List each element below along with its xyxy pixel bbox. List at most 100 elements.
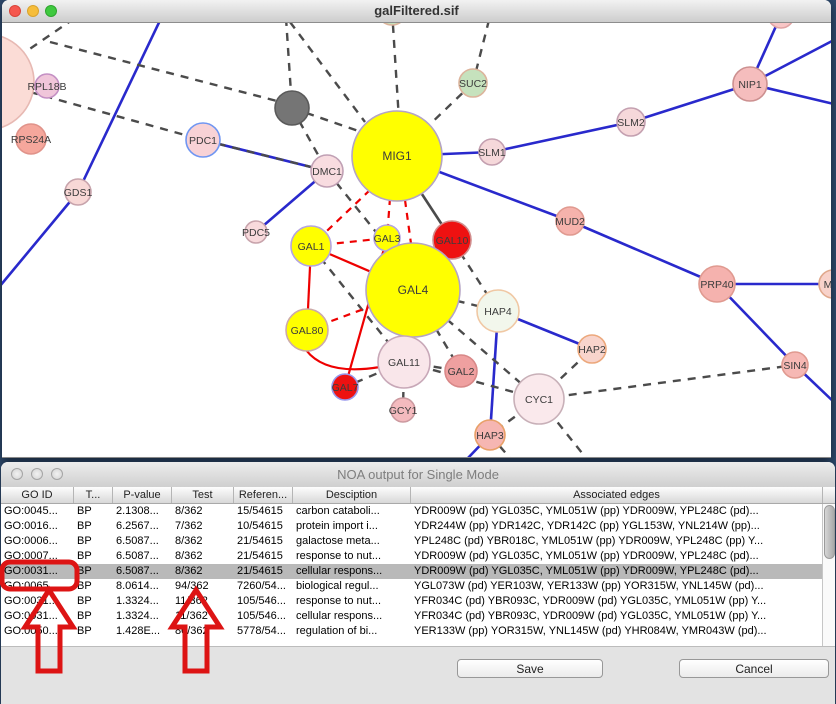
- cell: 80/362: [172, 624, 234, 639]
- cell: BP: [74, 579, 113, 594]
- column-header-t[interactable]: T...: [74, 487, 113, 503]
- cell: 21/54615: [234, 549, 293, 564]
- cell: GO:0045...: [1, 504, 74, 519]
- node-mud2[interactable]: [556, 207, 584, 235]
- cell: GO:0050...: [1, 624, 74, 639]
- node-gal11[interactable]: [378, 336, 430, 388]
- column-header-test[interactable]: Test: [172, 487, 234, 503]
- cell: 6.5087...: [113, 534, 172, 549]
- node-hap3[interactable]: [475, 420, 505, 450]
- node-gal1[interactable]: [291, 226, 331, 266]
- node-gds1[interactable]: [65, 179, 91, 205]
- column-header-associated-edges[interactable]: Associated edges: [411, 487, 823, 503]
- cell: 21/54615: [234, 534, 293, 549]
- node-dmc1[interactable]: [311, 155, 343, 187]
- cell: BP: [74, 549, 113, 564]
- node-slm2[interactable]: [617, 108, 645, 136]
- cell: 1.3324...: [113, 594, 172, 609]
- cell: 8.0614...: [113, 579, 172, 594]
- edge: [306, 350, 380, 369]
- cell: response to nut...: [293, 549, 411, 564]
- node-hap2[interactable]: [578, 335, 606, 363]
- cell: 8/362: [172, 534, 234, 549]
- node-gal2[interactable]: [445, 355, 477, 387]
- cell: 94/362: [172, 579, 234, 594]
- node-big-left[interactable]: [2, 34, 34, 130]
- cancel-button[interactable]: Cancel: [679, 659, 829, 678]
- node-slm1[interactable]: [479, 139, 505, 165]
- node-unnamed-grey[interactable]: [275, 91, 309, 125]
- scrollbar-thumb[interactable]: [824, 505, 835, 559]
- noa-window-title: NOA output for Single Mode: [1, 467, 835, 482]
- column-header-go-id[interactable]: GO ID: [1, 487, 74, 503]
- edge: [18, 23, 72, 57]
- cell: response to nut...: [293, 594, 411, 609]
- cell: GO:0031...: [1, 594, 74, 609]
- table-row[interactable]: GO:0050...BP1.428E...80/3625778/54...reg…: [1, 624, 822, 639]
- edge: [570, 221, 717, 284]
- cell: 6.2567...: [113, 519, 172, 534]
- cell: YER133W (pp) YOR315W, YNL145W (pd) YHR08…: [411, 624, 822, 639]
- node-rps24a[interactable]: [16, 124, 46, 154]
- table-header: GO IDT...P-valueTestReferen...Desciption…: [1, 487, 835, 504]
- edge: [30, 92, 203, 140]
- node-hap4[interactable]: [477, 290, 519, 332]
- noa-window-titlebar[interactable]: NOA output for Single Mode: [1, 462, 835, 488]
- node-prp40[interactable]: [699, 266, 735, 302]
- table-row[interactable]: GO:0031...BP6.5087...8/36221/54615cellul…: [1, 564, 822, 579]
- cell: 5778/54...: [234, 624, 293, 639]
- edge: [50, 42, 277, 101]
- cell: BP: [74, 594, 113, 609]
- column-header-referen[interactable]: Referen...: [234, 487, 293, 503]
- node-gal7[interactable]: [332, 374, 358, 400]
- node-gcy1[interactable]: [391, 398, 415, 422]
- results-table[interactable]: GO:0045...BP2.1308...8/36215/54615carbon…: [1, 504, 822, 646]
- node-cyc1[interactable]: [514, 374, 564, 424]
- node-rpl18b[interactable]: [35, 74, 59, 98]
- edge: [539, 365, 795, 399]
- edge: [631, 84, 750, 122]
- table-row[interactable]: GO:0045...BP2.1308...8/36215/54615carbon…: [1, 504, 822, 519]
- node-pdc5[interactable]: [245, 221, 267, 243]
- cell: 105/546...: [234, 594, 293, 609]
- column-header-p-value[interactable]: P-value: [113, 487, 172, 503]
- node-gal4[interactable]: [366, 243, 460, 337]
- cell: protein import i...: [293, 519, 411, 534]
- table-row[interactable]: GO:0031...BP1.3324...11/362105/546...res…: [1, 594, 822, 609]
- cell: 10/54615: [234, 519, 293, 534]
- cell: BP: [74, 609, 113, 624]
- node-msi[interactable]: [819, 270, 831, 298]
- column-header-desciption[interactable]: Desciption: [293, 487, 411, 503]
- table-row[interactable]: GO:0016...BP6.2567...7/36210/54615protei…: [1, 519, 822, 534]
- network-window-title: galFiltered.sif: [2, 3, 831, 18]
- cell: YFR034C (pd) YBR093C, YDR009W (pd) YGL03…: [411, 594, 822, 609]
- node-suc2[interactable]: [459, 69, 487, 97]
- edge: [492, 122, 631, 152]
- cell: cellular respons...: [293, 564, 411, 579]
- cell: 6.5087...: [113, 564, 172, 579]
- node-green-top[interactable]: [377, 23, 407, 25]
- cell: 8/362: [172, 549, 234, 564]
- vertical-scrollbar[interactable]: [822, 504, 835, 646]
- network-window-titlebar[interactable]: galFiltered.sif: [2, 0, 831, 23]
- node-nip1[interactable]: [733, 67, 767, 101]
- cell: 7/362: [172, 519, 234, 534]
- table-row[interactable]: GO:0006...BP6.5087...8/36221/54615galact…: [1, 534, 822, 549]
- cell: 11/362: [172, 609, 234, 624]
- cell: GO:0007...: [1, 549, 74, 564]
- cell: 1.428E...: [113, 624, 172, 639]
- cell: 21/54615: [234, 564, 293, 579]
- node-gal80[interactable]: [286, 309, 328, 351]
- table-row[interactable]: GO:0007...BP6.5087...8/36221/54615respon…: [1, 549, 822, 564]
- table-row[interactable]: GO:0031...BP1.3324...11/362105/546...cel…: [1, 609, 822, 624]
- save-button[interactable]: Save: [457, 659, 603, 678]
- node-pdc1[interactable]: [186, 123, 220, 157]
- node-sin4[interactable]: [782, 352, 808, 378]
- node-pink-top[interactable]: [768, 23, 794, 28]
- network-canvas[interactable]: RPL18BRPS24AGDS1PDC1PDC5DMC1MIG1SLM1SUC2…: [2, 23, 831, 457]
- table-row[interactable]: GO:0065...BP8.0614...94/3627260/54...bio…: [1, 579, 822, 594]
- column-header-filler: [823, 487, 835, 503]
- button-panel: Save Cancel: [1, 646, 835, 704]
- cell: BP: [74, 534, 113, 549]
- node-mig1[interactable]: [352, 111, 442, 201]
